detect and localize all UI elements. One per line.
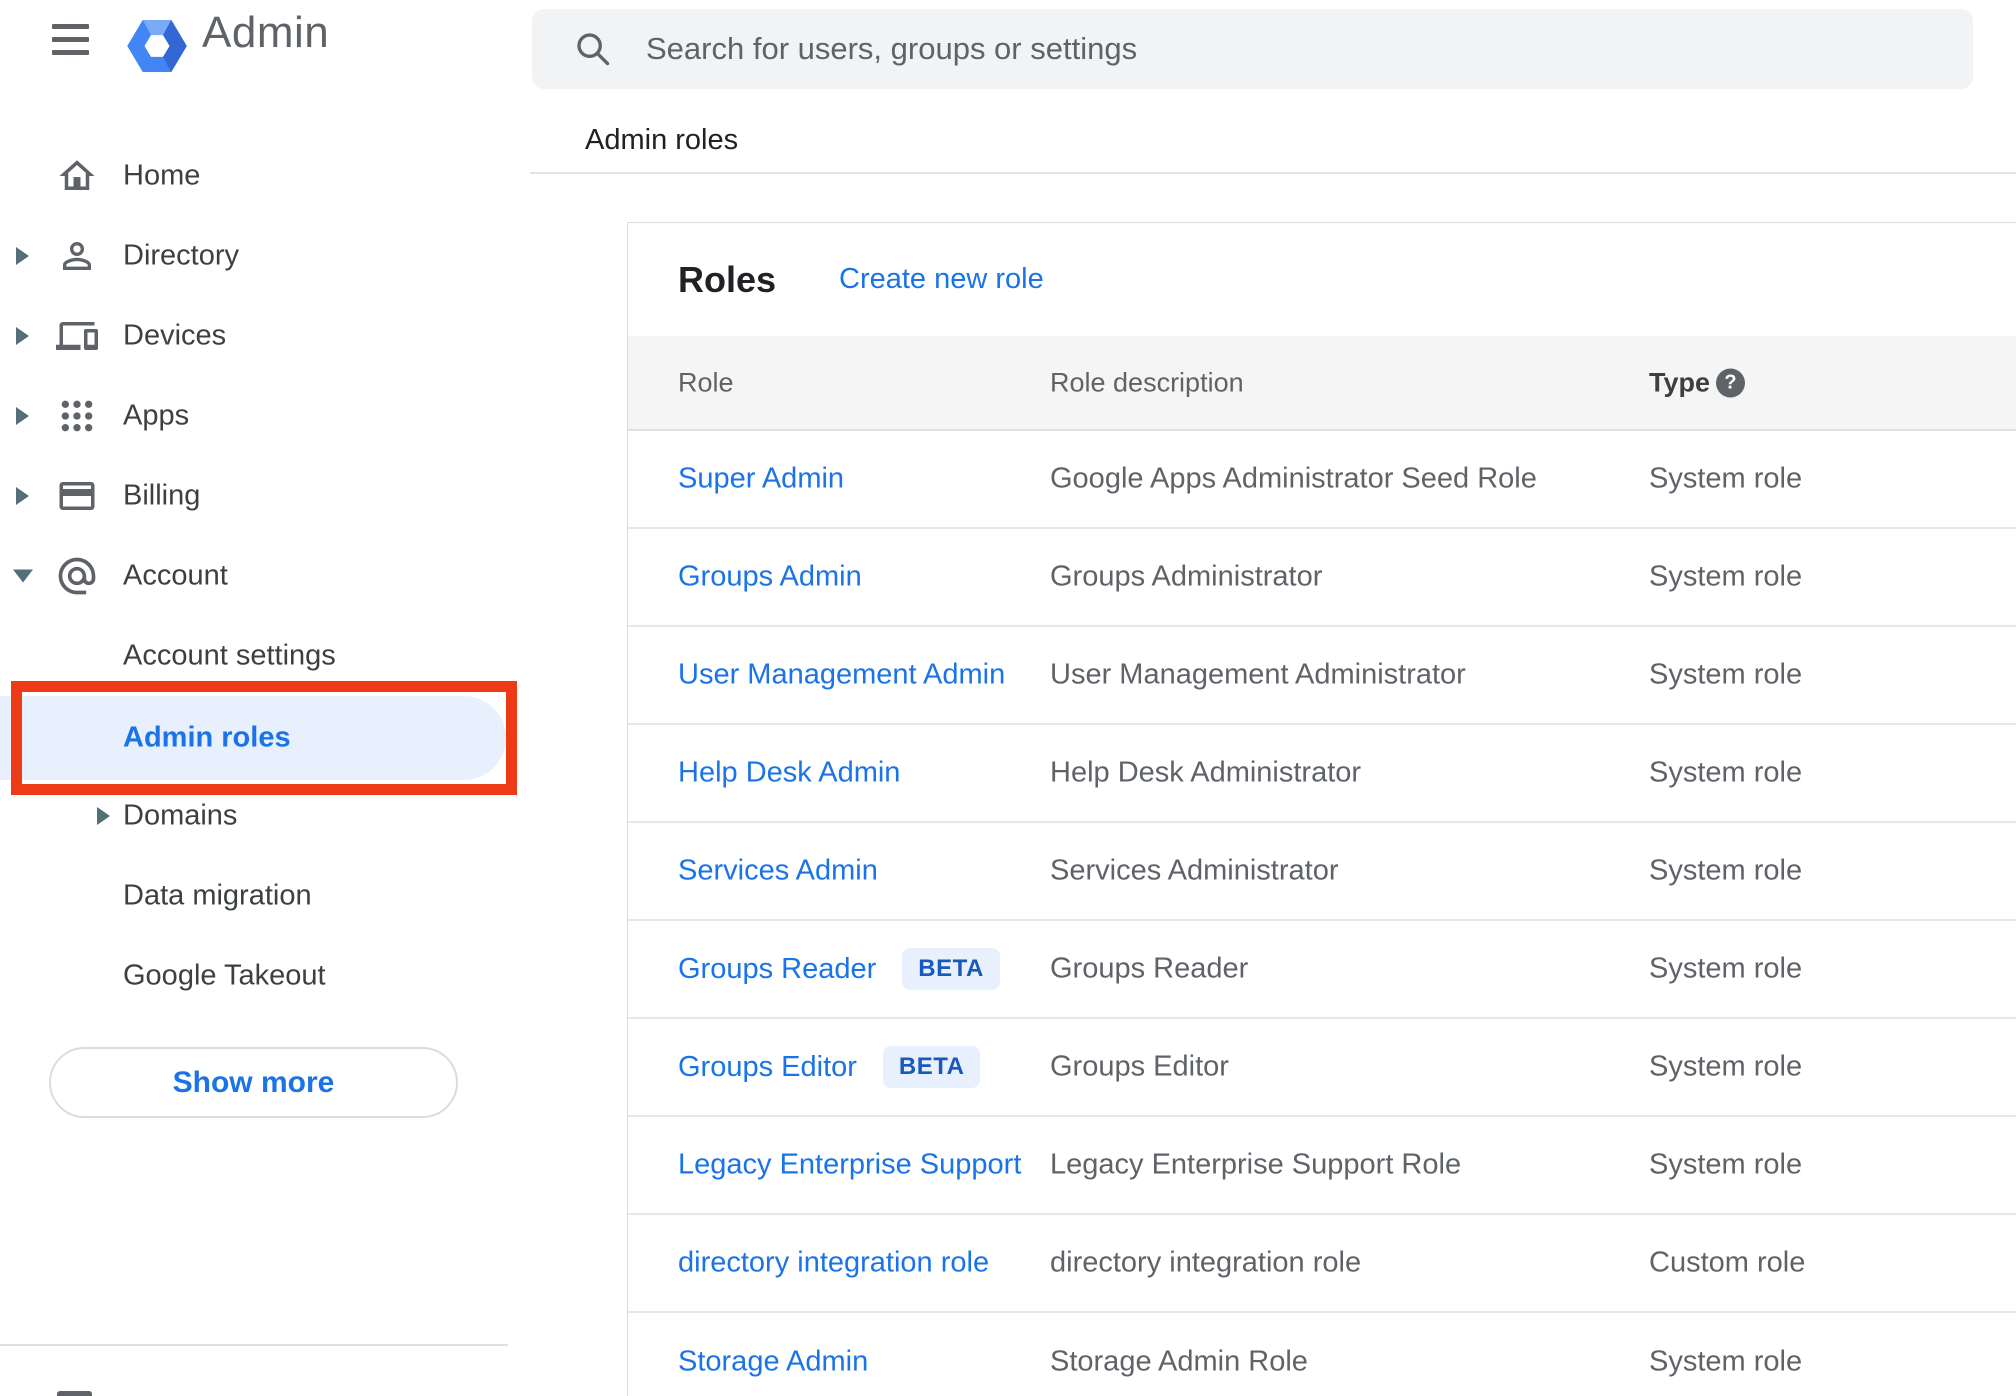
table-row: Help Desk Admin Help Desk Administrator … [628, 725, 2016, 823]
devices-icon [55, 314, 99, 358]
table-row: Groups Reader BETA Groups Reader System … [628, 921, 2016, 1019]
credit-card-icon [55, 474, 99, 518]
search-input[interactable]: Search for users, groups or settings [532, 9, 1973, 89]
role-description: Storage Admin Role [1050, 1345, 1308, 1378]
sidebar-item-directory[interactable]: Directory [0, 216, 530, 296]
role-description: Google Apps Administrator Seed Role [1050, 462, 1537, 495]
role-description: Groups Administrator [1050, 560, 1323, 593]
admin-logo-icon[interactable] [126, 16, 188, 76]
role-link[interactable]: Groups Reader [678, 953, 876, 986]
sidebar-item-domains[interactable]: Domains [0, 776, 530, 856]
help-icon[interactable]: ? [1716, 368, 1745, 397]
sidebar-item-google-takeout[interactable]: Google Takeout [0, 936, 530, 1016]
hamburger-bar [52, 37, 89, 42]
role-link[interactable]: Help Desk Admin [678, 757, 900, 790]
beta-badge: BETA [882, 1046, 981, 1088]
role-description: Groups Editor [1050, 1050, 1229, 1083]
app-title: Admin [202, 8, 330, 57]
google-admin-console: Admin Search for users, groups or settin… [0, 0, 2016, 1396]
sidebar-item-apps[interactable]: Apps [0, 376, 530, 456]
sidebar-item-label: Home [123, 159, 201, 192]
sidebar-item-admin-roles-selected[interactable]: Admin roles [0, 696, 506, 780]
role-type: System role [1649, 462, 1803, 495]
hamburger-bar [52, 50, 89, 55]
at-sign-icon [55, 554, 99, 598]
role-type: System role [1649, 658, 1803, 691]
hamburger-bar [52, 24, 89, 29]
role-type: System role [1649, 1345, 1803, 1378]
role-link[interactable]: Services Admin [678, 855, 878, 888]
table-row: Groups Editor BETA Groups Editor System … [628, 1019, 2016, 1117]
create-new-role-link[interactable]: Create new role [839, 223, 1044, 336]
person-icon [55, 234, 99, 278]
sidebar-item-label: Account settings [123, 639, 336, 672]
expand-arrow-icon[interactable] [16, 247, 29, 265]
role-description: Groups Reader [1050, 952, 1249, 985]
role-description: Help Desk Administrator [1050, 756, 1362, 789]
breadcrumb: Admin roles [585, 124, 739, 156]
sidebar-item-label: Google Takeout [123, 959, 326, 992]
home-icon [55, 154, 99, 198]
hamburger-menu-button[interactable] [52, 24, 89, 55]
sidebar-item-label: Account [123, 559, 228, 592]
show-more-button[interactable]: Show more [49, 1047, 458, 1118]
table-row: directory integration role directory int… [628, 1215, 2016, 1313]
roles-card-title: Roles [678, 258, 777, 300]
expand-arrow-icon[interactable] [16, 407, 29, 425]
sidebar-item-devices[interactable]: Devices [0, 296, 530, 376]
sidebar-item-billing[interactable]: Billing [0, 456, 530, 536]
role-link[interactable]: Groups Editor [678, 1051, 857, 1084]
role-type: System role [1649, 756, 1803, 789]
sidebar-item-label: Data migration [123, 879, 312, 912]
sidebar-item-label: Directory [123, 239, 240, 272]
role-description: directory integration role [1050, 1246, 1362, 1279]
role-type: System role [1649, 560, 1803, 593]
content-divider [530, 172, 2016, 174]
sidebar-item-label: Domains [123, 799, 238, 832]
role-type: System role [1649, 952, 1803, 985]
collapse-arrow-icon[interactable] [13, 569, 33, 583]
table-header-row: Role Role description Type ? [628, 336, 2016, 431]
role-link[interactable]: directory integration role [678, 1247, 989, 1280]
roles-card: Roles Create new role Role Role descript… [627, 222, 2016, 1396]
role-link[interactable]: Super Admin [678, 463, 844, 496]
apps-grid-icon [55, 394, 99, 438]
table-row: Storage Admin Storage Admin Role System … [628, 1313, 2016, 1396]
expand-arrow-icon[interactable] [97, 807, 110, 825]
expand-arrow-icon[interactable] [16, 327, 29, 345]
sidebar-item-account-settings[interactable]: Account settings [0, 616, 530, 696]
sidebar-item-home[interactable]: Home [0, 136, 530, 216]
table-row: Services Admin Services Administrator Sy… [628, 823, 2016, 921]
role-description: User Management Administrator [1050, 658, 1466, 691]
column-header-description: Role description [1050, 367, 1244, 397]
column-header-role: Role [678, 367, 734, 397]
table-row: Super Admin Google Apps Administrator Se… [628, 431, 2016, 529]
role-type: System role [1649, 1050, 1803, 1083]
search-placeholder: Search for users, groups or settings [646, 31, 1138, 66]
role-description: Services Administrator [1050, 854, 1339, 887]
role-description: Legacy Enterprise Support Role [1050, 1148, 1462, 1181]
role-link[interactable]: Storage Admin [678, 1346, 868, 1379]
sidebar-item-account[interactable]: Account [0, 536, 530, 616]
sidebar-divider [0, 1344, 508, 1346]
role-type: Custom role [1649, 1246, 1806, 1279]
role-link[interactable]: Groups Admin [678, 561, 862, 594]
expand-arrow-icon[interactable] [16, 487, 29, 505]
beta-badge: BETA [902, 948, 1000, 990]
sidebar-item-data-migration[interactable]: Data migration [0, 856, 530, 936]
partial-device-icon [57, 1391, 92, 1396]
table-row: User Management Admin User Management Ad… [628, 627, 2016, 725]
sidebar-item-label: Apps [123, 399, 190, 432]
sidebar-item-label: Admin roles [123, 721, 291, 754]
table-row: Groups Admin Groups Administrator System… [628, 529, 2016, 627]
table-row: Legacy Enterprise Support Legacy Enterpr… [628, 1117, 2016, 1215]
role-link[interactable]: User Management Admin [678, 659, 1005, 692]
sidebar-item-label: Devices [123, 319, 227, 352]
sidebar-item-label: Billing [123, 479, 201, 512]
column-header-type: Type [1649, 367, 1711, 397]
role-type: System role [1649, 854, 1803, 887]
search-icon [577, 33, 610, 66]
role-link[interactable]: Legacy Enterprise Support [678, 1149, 1021, 1182]
role-type: System role [1649, 1148, 1803, 1181]
